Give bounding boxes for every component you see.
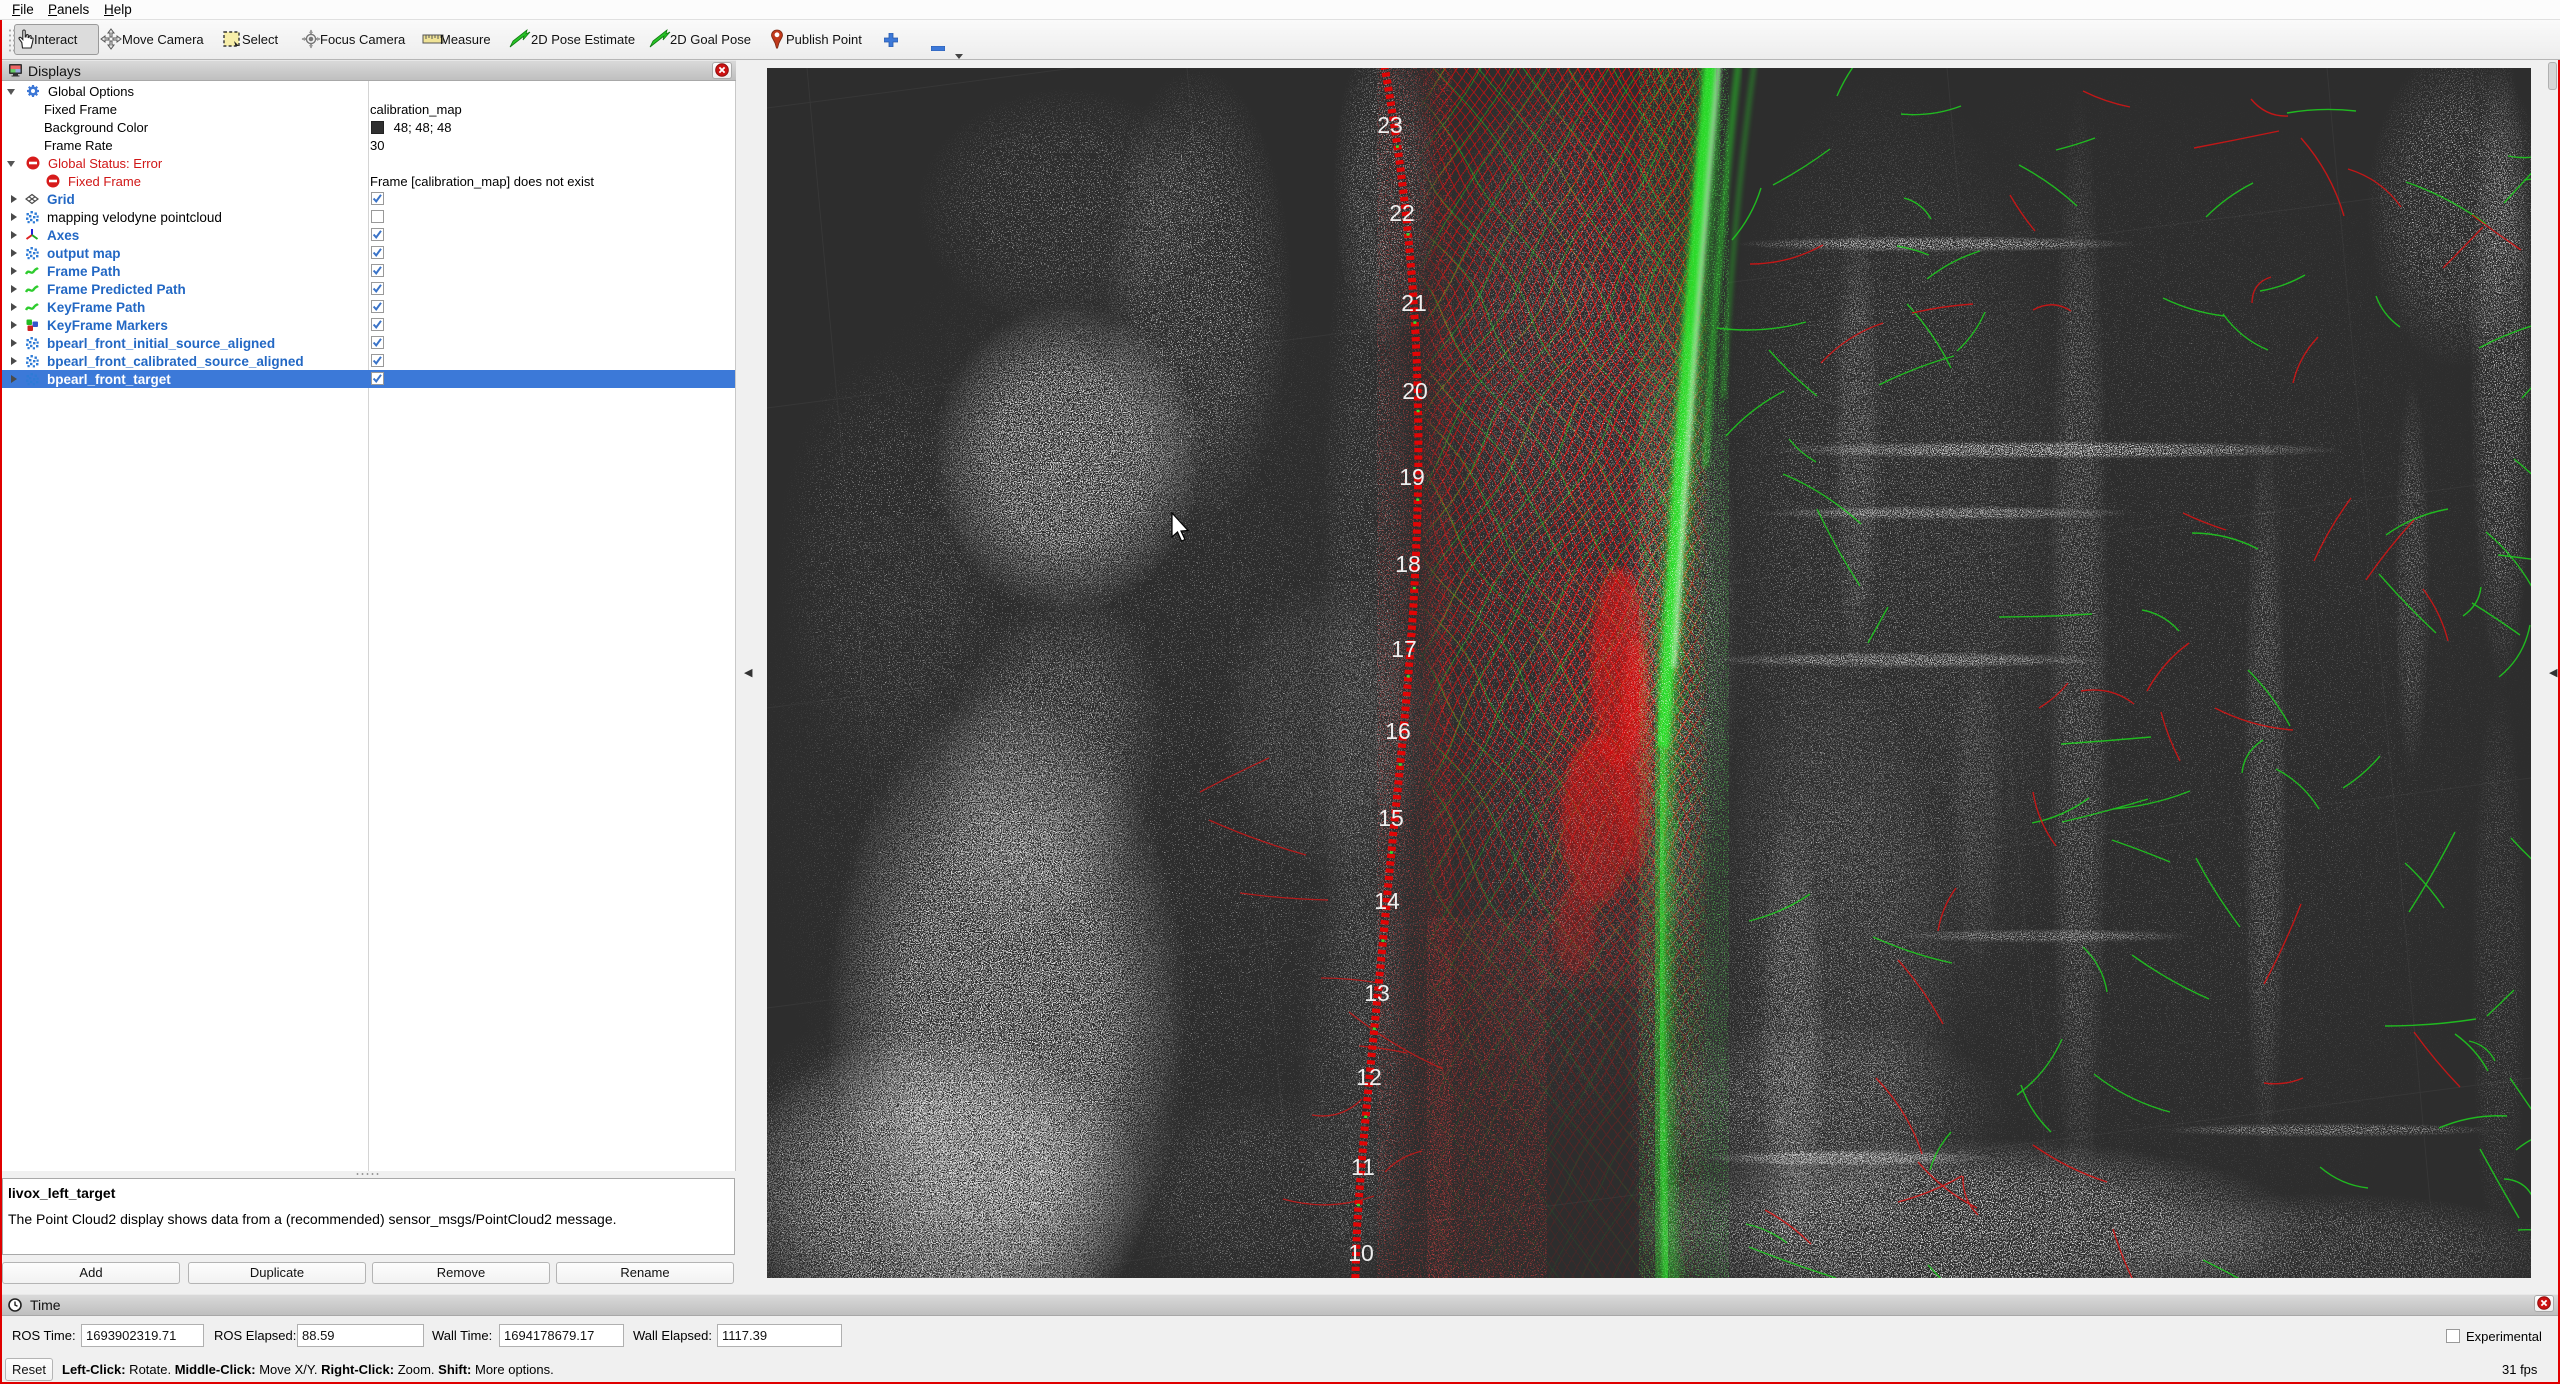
svg-text:10: 10 <box>1348 1240 1374 1266</box>
svg-text:19: 19 <box>1399 464 1425 490</box>
svg-text:13: 13 <box>1364 980 1390 1006</box>
svg-text:16: 16 <box>1385 718 1411 744</box>
svg-text:12: 12 <box>1356 1064 1382 1090</box>
svg-text:15: 15 <box>1378 805 1404 831</box>
svg-text:14: 14 <box>1374 888 1400 914</box>
svg-text:18: 18 <box>1395 551 1421 577</box>
svg-text:20: 20 <box>1402 378 1428 404</box>
svg-text:17: 17 <box>1391 636 1417 662</box>
svg-text:21: 21 <box>1401 290 1427 316</box>
svg-text:11: 11 <box>1351 1154 1375 1180</box>
svg-text:22: 22 <box>1389 200 1415 226</box>
svg-text:23: 23 <box>1377 112 1403 138</box>
